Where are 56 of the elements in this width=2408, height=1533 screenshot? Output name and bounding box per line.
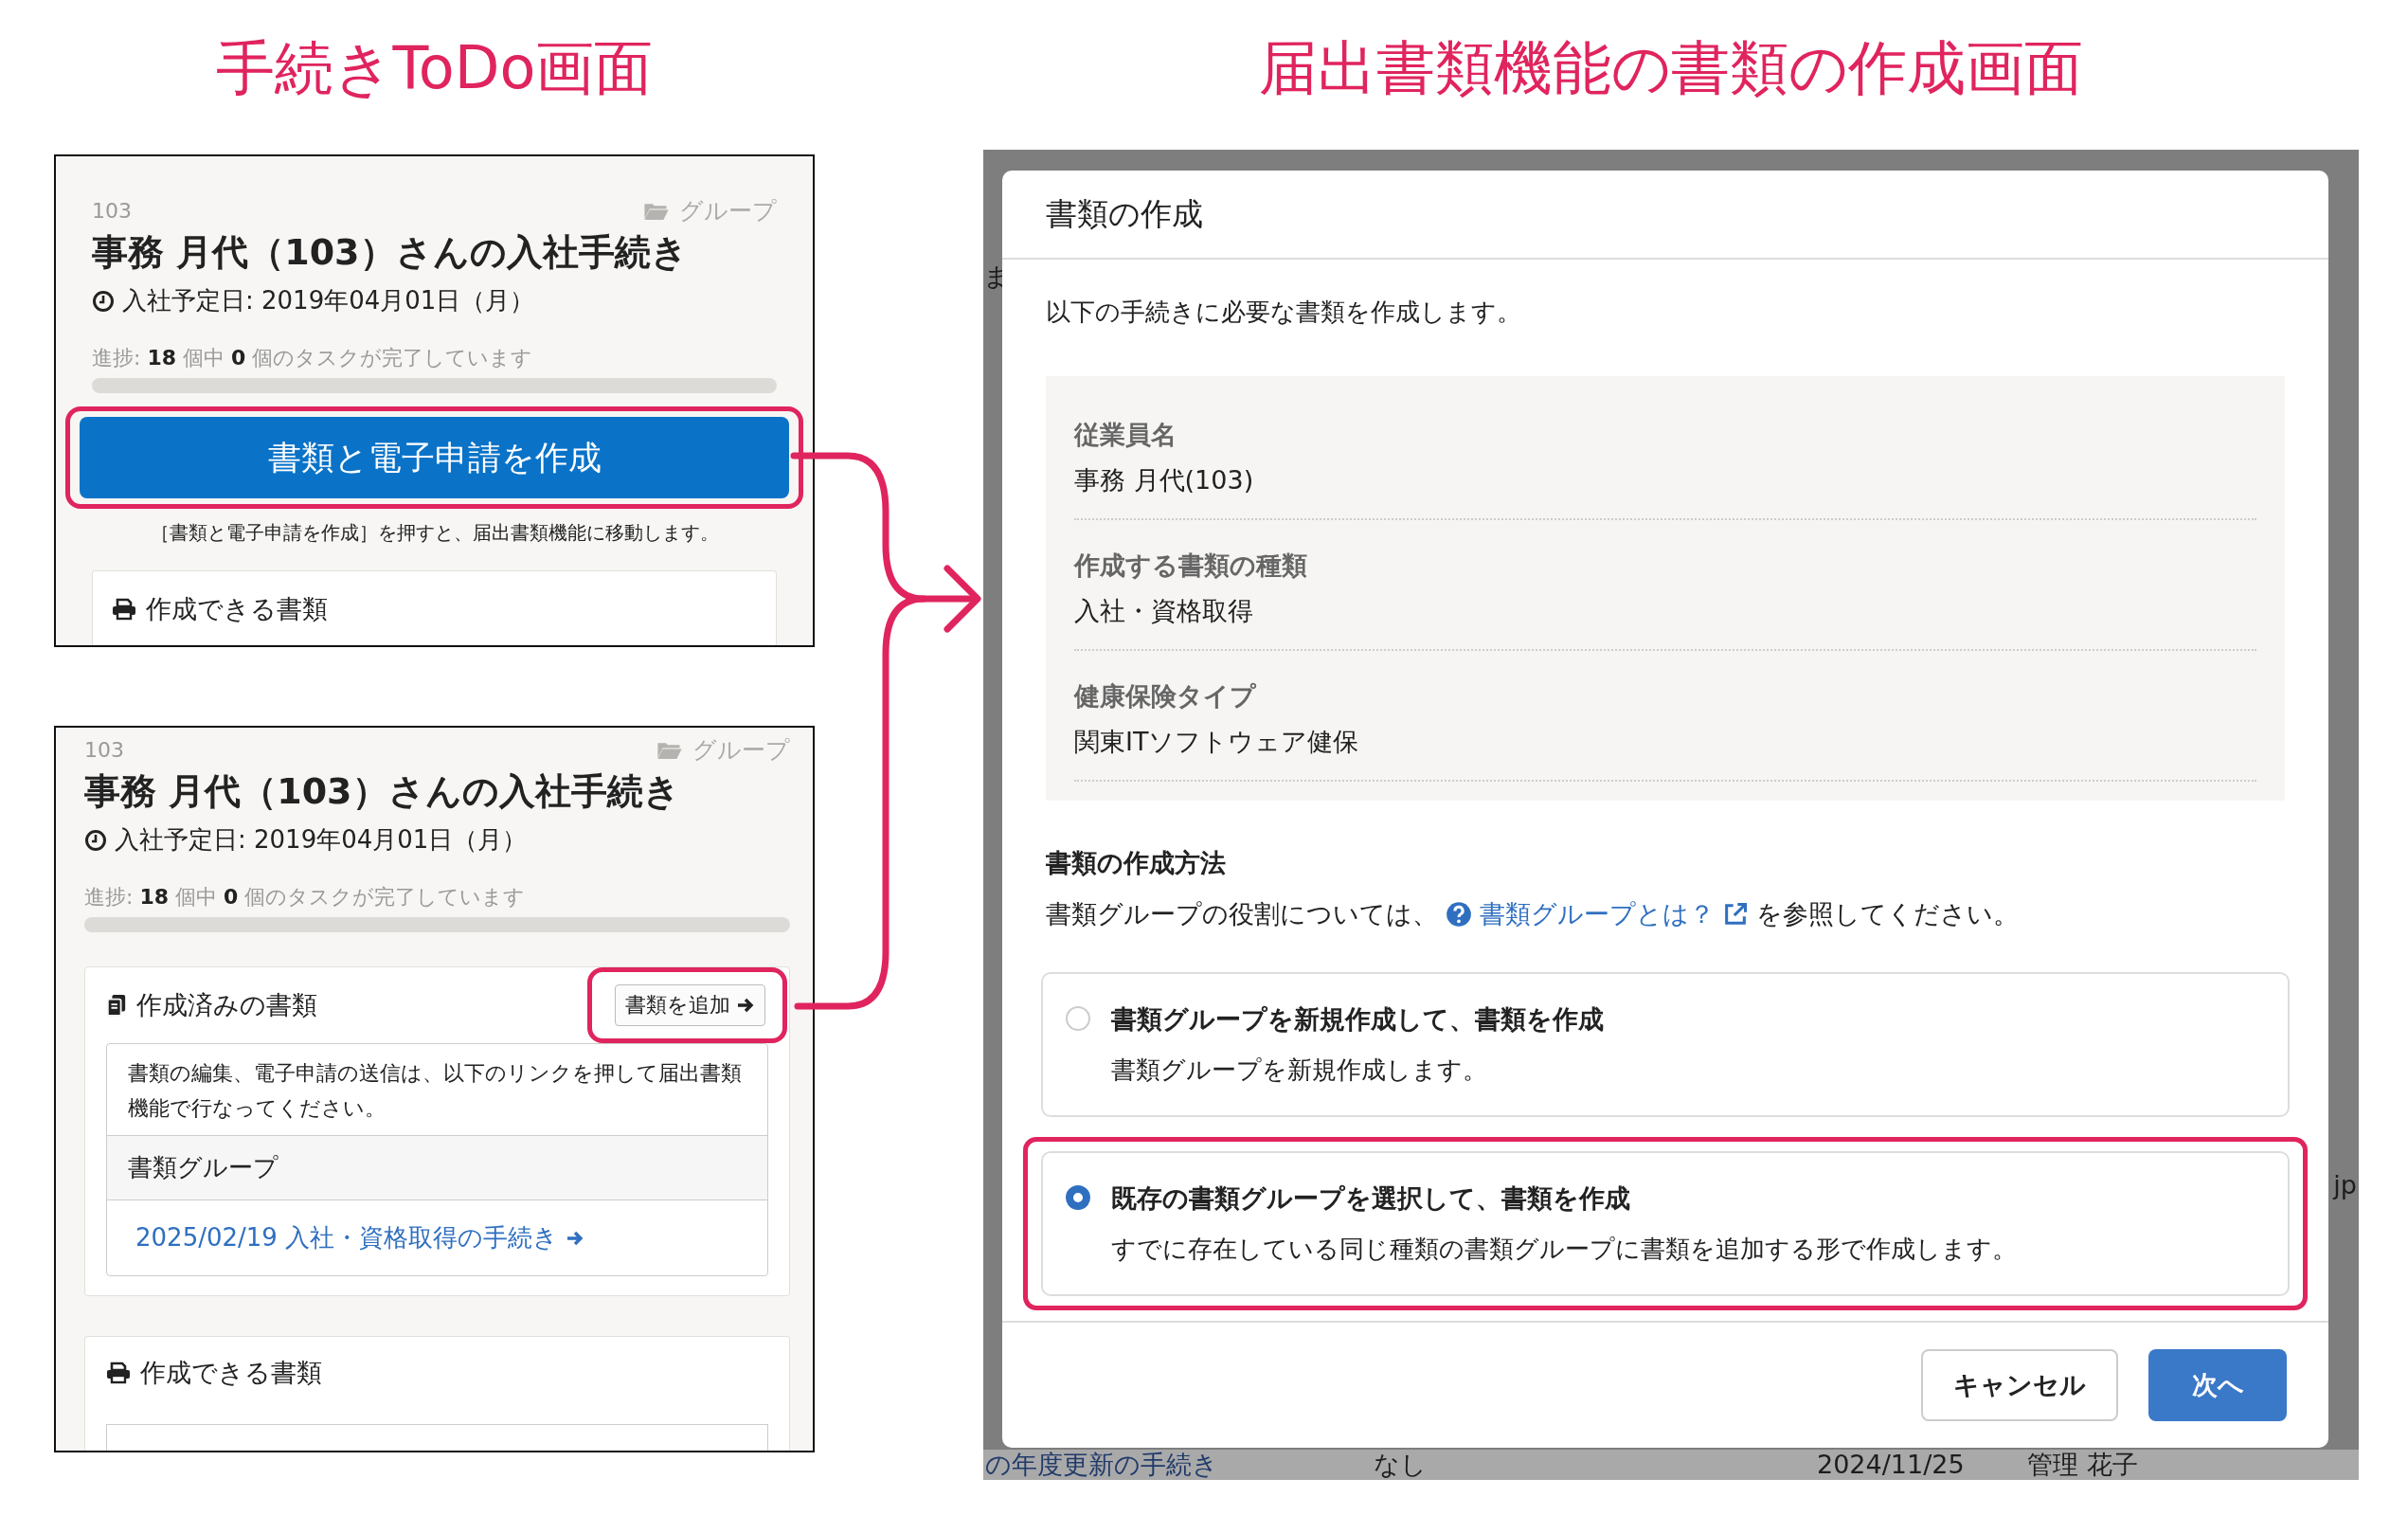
option-title: 既存の書類グループを選択して、書類を作成 — [1111, 1182, 1631, 1215]
field-label: 健康保険タイプ — [1074, 680, 1257, 712]
procedure-title: 事務 月代（103）さんの入社手続き — [84, 769, 681, 814]
card-title: 作成できる書類 — [140, 1357, 322, 1389]
start-date-text: 入社予定日: 2019年04月01日（月） — [122, 285, 535, 316]
group-label: グループ — [656, 733, 790, 766]
radio-button[interactable] — [1066, 1185, 1090, 1210]
caption: 手続きToDo画面 — [214, 32, 655, 104]
field-value: 関東ITソフトウェア健保 — [1074, 726, 1360, 758]
field-label: 従業員名 — [1074, 419, 1177, 451]
table-cell-text: の年度更新の手続き — [985, 1450, 1219, 1480]
option-description: 書類グループを新規作成します。 — [1111, 1055, 1488, 1086]
clock-icon — [84, 828, 107, 852]
create-documents-button[interactable]: 書類と電子申請を作成 — [80, 417, 789, 498]
card-title: 作成できる書類 — [146, 593, 328, 625]
start-date-text: 入社予定日: 2019年04月01日（月） — [115, 824, 528, 856]
message-text: 書類の編集、電子申請の送信は、以下のリンクを押して届出書類機能で行なってください。 — [127, 1060, 743, 1122]
option-title: 書類グループを新規作成して、書類を作成 — [1111, 1003, 1604, 1036]
group-label: グループ — [643, 194, 777, 226]
task-number: 103 — [92, 198, 132, 223]
help-link[interactable]: 書類グループとは？ — [1480, 897, 1715, 931]
hint-text: ［書類と電子申請を作成］を押すと、届出書類機能に移動します。 — [149, 520, 720, 546]
document-group-link[interactable]: 2025/02/19 入社・資格取得の手続き — [135, 1221, 585, 1254]
card-title: 作成済みの書類 — [136, 989, 317, 1021]
section-title: 書類の作成方法 — [1046, 847, 1227, 879]
help-text: を参照してください。 — [1756, 898, 2019, 930]
radio-option[interactable]: 既存の書類グループを選択して、書類を作成 すでに存在している同じ種類の書類グループに書類を追加する形で作成します。 — [1041, 1151, 2290, 1296]
arrow-right-icon — [736, 996, 755, 1015]
progress-text: 進捗: 18 個中 0 個のタスクが完了しています — [92, 345, 534, 371]
radio-option[interactable]: 書類グループを新規作成して、書類を作成 書類グループを新規作成します。 — [1041, 972, 2290, 1117]
printer-icon — [112, 598, 136, 621]
background-text: ま — [983, 261, 1010, 293]
dialog-title: 書類の作成 — [1002, 171, 2328, 260]
procedure-title: 事務 月代（103）さんの入社手続き — [92, 230, 689, 275]
option-description: すでに存在している同じ種類の書類グループに書類を追加する形で作成します。 — [1111, 1234, 2017, 1265]
caption: 届出書類機能の書類の作成画面 — [1258, 32, 2084, 104]
task-number: 103 — [84, 737, 124, 762]
external-link-icon — [1722, 901, 1749, 928]
field-value: 事務 月代(103) — [1074, 464, 1255, 496]
help-text: 書類グループの役割については、 — [1046, 898, 1438, 930]
cancel-button[interactable]: キャンセル — [1921, 1349, 2118, 1421]
field-value: 入社・資格取得 — [1074, 595, 1254, 627]
table-cell-text: なし — [1374, 1450, 1428, 1480]
field-label: 作成する書類の種類 — [1074, 550, 1308, 582]
printer-icon — [106, 1362, 131, 1384]
background-text: jp — [2333, 1170, 2358, 1199]
clock-icon — [92, 289, 115, 313]
add-document-button[interactable]: 書類を追加 — [615, 984, 765, 1026]
next-button[interactable]: 次へ — [2148, 1349, 2287, 1421]
help-icon — [1446, 901, 1472, 928]
table-cell-text: 2024/11/25 — [1817, 1450, 1966, 1480]
table-cell-text: 管理 花子 — [2027, 1450, 2139, 1480]
documents-icon — [106, 994, 127, 1017]
intro-text: 以下の手続きに必要な書類を作成します。 — [1046, 297, 1522, 328]
progress-text: 進捗: 18 個中 0 個のタスクが完了しています — [84, 884, 527, 911]
table-header-cell: 書類グループ — [107, 1135, 767, 1200]
